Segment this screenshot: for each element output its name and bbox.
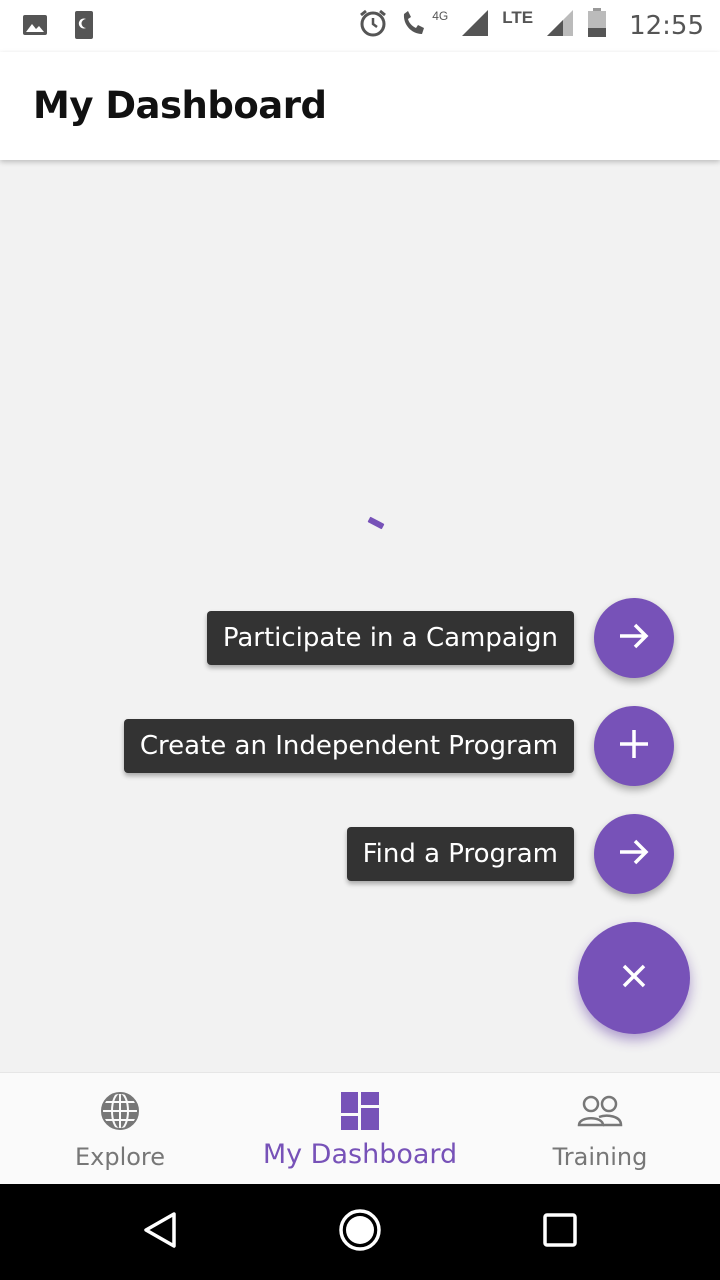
back-button[interactable] bbox=[138, 1210, 182, 1254]
arrow-right-icon bbox=[616, 834, 652, 875]
nav-item-my-dashboard[interactable]: My Dashboard bbox=[240, 1073, 480, 1185]
wifi-call-icon bbox=[400, 8, 428, 43]
close-icon bbox=[621, 963, 647, 994]
image-icon bbox=[22, 13, 48, 42]
speed-dial-label[interactable]: Find a Program bbox=[346, 827, 574, 881]
globe-icon bbox=[99, 1091, 141, 1131]
speed-dial-label[interactable]: Create an Independent Program bbox=[123, 719, 574, 773]
signal-icon bbox=[545, 8, 575, 43]
plus-icon bbox=[617, 727, 651, 766]
home-button[interactable] bbox=[338, 1208, 382, 1257]
speed-dial-action-participate[interactable]: Participate in a Campaign bbox=[206, 598, 674, 678]
recents-button[interactable] bbox=[538, 1210, 582, 1254]
dashboard-icon bbox=[341, 1091, 379, 1131]
nav-label-training: Training bbox=[552, 1143, 648, 1171]
nav-label-explore: Explore bbox=[74, 1143, 166, 1171]
arrow-right-icon bbox=[616, 618, 652, 659]
phone-icon bbox=[74, 10, 94, 45]
find-program-button[interactable] bbox=[594, 814, 674, 894]
bottom-navigation: Explore My Dashboard Training bbox=[0, 1072, 720, 1185]
nav-item-explore[interactable]: Explore bbox=[0, 1073, 240, 1185]
back-triangle-icon bbox=[140, 1210, 180, 1255]
alarm-icon bbox=[358, 8, 388, 43]
network-type-label: LTE bbox=[502, 7, 534, 27]
home-circle-icon bbox=[338, 1208, 382, 1257]
system-navigation-bar bbox=[0, 1184, 720, 1280]
signal-icon bbox=[460, 8, 490, 43]
page-title: My Dashboard bbox=[33, 84, 327, 127]
speed-dial-action-find[interactable]: Find a Program bbox=[346, 814, 674, 894]
status-bar: 4G LTE 12:55 bbox=[0, 0, 720, 52]
data-type-label: 4G bbox=[432, 8, 449, 23]
speed-dial-action-create[interactable]: Create an Independent Program bbox=[123, 706, 674, 786]
speed-dial-label[interactable]: Participate in a Campaign bbox=[206, 611, 574, 665]
recents-square-icon bbox=[542, 1212, 578, 1253]
battery-icon bbox=[587, 8, 607, 43]
speed-dial-close-button[interactable] bbox=[578, 922, 690, 1034]
app-bar: My Dashboard bbox=[0, 52, 720, 160]
nav-item-training[interactable]: Training bbox=[480, 1073, 720, 1185]
status-time: 12:55 bbox=[629, 10, 704, 41]
people-icon bbox=[577, 1091, 623, 1131]
participate-campaign-button[interactable] bbox=[594, 598, 674, 678]
create-program-button[interactable] bbox=[594, 706, 674, 786]
nav-label-my-dashboard: My Dashboard bbox=[262, 1139, 458, 1170]
